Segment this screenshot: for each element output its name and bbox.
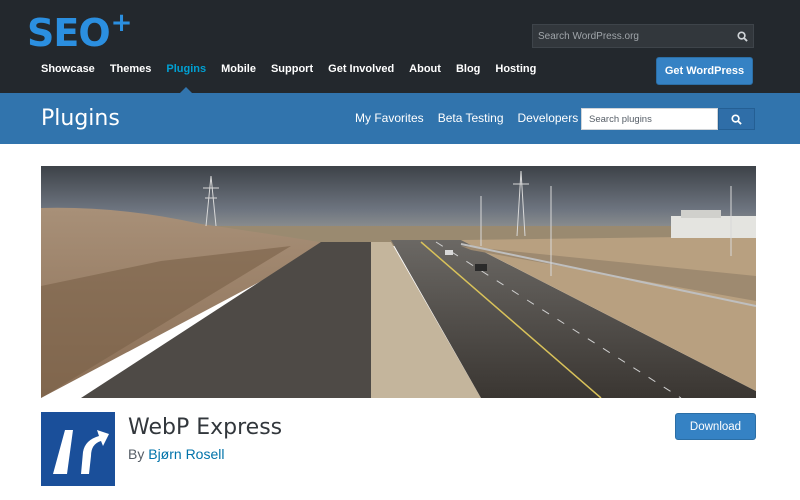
download-button[interactable]: Download (675, 413, 756, 440)
author-prefix: By (128, 446, 145, 462)
plugin-name: WebP Express (128, 415, 283, 440)
plugins-title[interactable]: Plugins (41, 106, 120, 131)
nav-blog[interactable]: Blog (456, 63, 480, 93)
search-icon (731, 113, 742, 125)
nav-get-involved[interactable]: Get Involved (328, 63, 394, 93)
nav-themes[interactable]: Themes (110, 63, 152, 93)
subnav-my-favorites[interactable]: My Favorites (355, 111, 424, 125)
plugin-icon (41, 412, 115, 486)
nav-support[interactable]: Support (271, 63, 313, 93)
wordpress-search-input[interactable]: Search WordPress.org (533, 31, 731, 42)
wordpress-search[interactable]: Search WordPress.org (532, 24, 754, 48)
plugins-search: Search plugins (581, 108, 755, 130)
search-icon[interactable] (731, 30, 753, 42)
subnav-developers[interactable]: Developers (518, 111, 579, 125)
nav-showcase[interactable]: Showcase (41, 63, 95, 93)
nav-about[interactable]: About (409, 63, 441, 93)
subnav-beta-testing[interactable]: Beta Testing (438, 111, 504, 125)
plugins-search-input[interactable]: Search plugins (581, 108, 719, 130)
plugins-bar: Plugins My Favorites Beta Testing Develo… (0, 93, 800, 144)
logo-text: SEO (27, 11, 111, 55)
nav-plugins[interactable]: Plugins (166, 63, 206, 93)
nav-mobile[interactable]: Mobile (221, 63, 256, 93)
main-nav: Showcase Themes Plugins Mobile Support G… (41, 63, 551, 93)
site-logo[interactable]: SEO + (27, 8, 133, 55)
author-link[interactable]: Bjørn Rosell (148, 446, 224, 462)
get-wordpress-button[interactable]: Get WordPress (656, 57, 753, 85)
nav-hosting[interactable]: Hosting (495, 63, 536, 93)
plugins-subnav: My Favorites Beta Testing Developers (355, 111, 592, 125)
plugin-author: By Bjørn Rosell (128, 446, 224, 462)
plugin-banner-image (41, 166, 756, 398)
site-header: SEO + Search WordPress.org Showcase Them… (0, 0, 800, 93)
logo-plus: + (110, 8, 133, 38)
plugins-search-button[interactable] (718, 108, 755, 130)
